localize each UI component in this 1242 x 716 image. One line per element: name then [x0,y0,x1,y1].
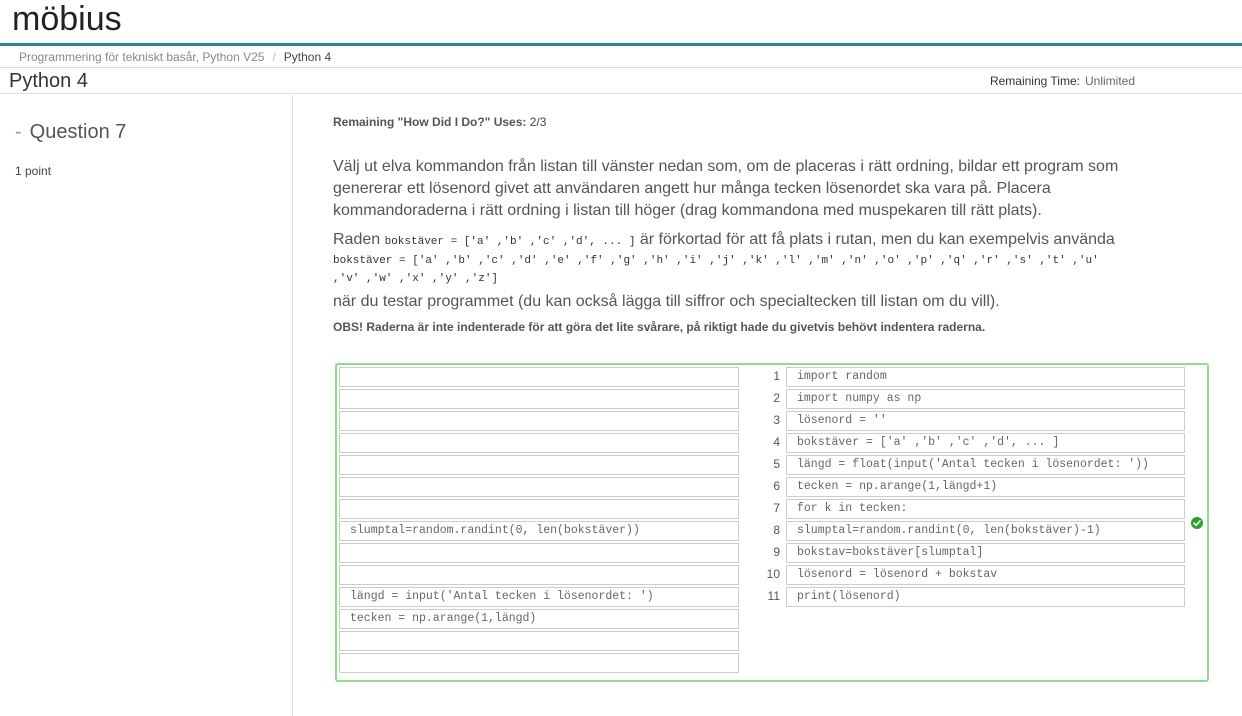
answer-line-number: 4 [773,435,780,449]
answer-line-number: 1 [773,369,780,383]
answer-code-line[interactable]: import numpy as np [786,389,1185,409]
collapse-dash-icon[interactable]: - [15,121,22,143]
question-title-text: Question 7 [29,121,127,143]
source-empty-slot[interactable] [339,543,739,563]
answer-code-line[interactable]: for k in tecken: [786,499,1185,519]
question-points: 1 point [15,164,52,178]
answer-line-number: 3 [773,413,780,427]
source-empty-slot[interactable] [339,653,739,673]
source-empty-slot[interactable] [339,565,739,585]
svg-text:möbius: möbius [12,2,122,36]
source-code-line[interactable]: tecken = np.arange(1,längd) [339,609,739,629]
title-bar: Python 4 Remaining Time: Unlimited [0,69,1242,94]
source-code-line[interactable]: slumptal=random.randint(0, len(bokstäver… [339,521,739,541]
full-letter-list-code: bokstäver = ['a' ,'b' ,'c' ,'d' ,'e' ,'f… [333,252,1193,288]
check-circle-icon [1191,517,1203,529]
test-note: när du testar programmet (du kan också l… [333,293,1000,310]
answer-line-number: 9 [773,545,780,559]
breadcrumb: Programmering för tekniskt basår, Python… [0,48,1242,68]
mobius-logo[interactable]: möbius [12,2,142,36]
answer-code-line[interactable]: lösenord = '' [786,411,1185,431]
breadcrumb-current: Python 4 [283,50,332,64]
answer-code-line[interactable]: tecken = np.arange(1,längd+1) [786,477,1185,497]
answer-code-line[interactable]: print(lösenord) [786,587,1185,607]
answer-code-line[interactable]: import random [786,367,1185,387]
top-bar: möbius [0,0,1242,46]
answer-line-number: 11 [767,589,780,603]
raden-suffix: är förkortad för att få plats i rutan, m… [635,231,1115,248]
breadcrumb-course-link[interactable]: Programmering för tekniskt basår, Python… [19,50,264,64]
answer-code-line[interactable]: längd = float(input('Antal tecken i löse… [786,455,1185,475]
source-code-line[interactable]: längd = input('Antal tecken i lösenordet… [339,587,739,607]
remaining-time-value: Unlimited [1084,74,1135,88]
question-title: - Question 7 [15,121,126,144]
answer-line-number: 8 [773,523,780,537]
full-code-line-2: ,'v' ,'w' ,'x' ,'y' ,'z'] [333,273,499,285]
raden-prefix: Raden [333,231,385,248]
page-title: Python 4 [9,70,88,92]
raden-code: bokstäver = ['a' ,'b' ,'c' ,'d', ... ] [384,236,636,248]
answer-line-number: 10 [766,567,780,581]
source-empty-slot[interactable] [339,389,739,409]
answer-code-line[interactable]: slumptal=random.randint(0, len(bokstäver… [786,521,1185,541]
remaining-time: Remaining Time: Unlimited [990,74,1135,88]
source-empty-slot[interactable] [339,433,739,453]
answer-code-line[interactable]: lösenord = lösenord + bokstav [786,565,1185,585]
answer-code-line[interactable]: bokstäver = ['a' ,'b' ,'c' ,'d', ... ] [786,433,1185,453]
answer-line-number: 7 [773,501,780,515]
answer-line-number: 6 [773,479,780,493]
source-empty-slot[interactable] [339,499,739,519]
source-empty-slot[interactable] [339,367,739,387]
full-code-line-1: bokstäver = ['a' ,'b' ,'c' ,'d' ,'e' ,'f… [333,255,1099,267]
raden-text: Raden bokstäver = ['a' ,'b' ,'c' ,'d', .… [333,229,1193,253]
how-did-i-do-label: Remaining "How Did I Do?" Uses: [333,115,527,129]
source-empty-slot[interactable] [339,631,739,651]
instructions-text: Välj ut elva kommandon från listan till … [333,158,1119,219]
obs-note: OBS! Raderna är inte indenterade för att… [333,320,986,334]
question-sidebar: - Question 7 1 point [0,95,293,716]
how-did-i-do-value: 2/3 [529,115,547,129]
source-empty-slot[interactable] [339,455,739,475]
answer-line-number: 2 [773,391,780,405]
remaining-time-label: Remaining Time: [989,74,1080,88]
source-empty-slot[interactable] [339,477,739,497]
breadcrumb-separator: / [272,50,276,64]
source-empty-slot[interactable] [339,411,739,431]
answer-code-line[interactable]: bokstav=bokstäver[slumptal] [786,543,1185,563]
answer-line-number: 5 [773,457,780,471]
how-did-i-do-uses: Remaining "How Did I Do?" Uses: 2/3 [333,115,546,129]
